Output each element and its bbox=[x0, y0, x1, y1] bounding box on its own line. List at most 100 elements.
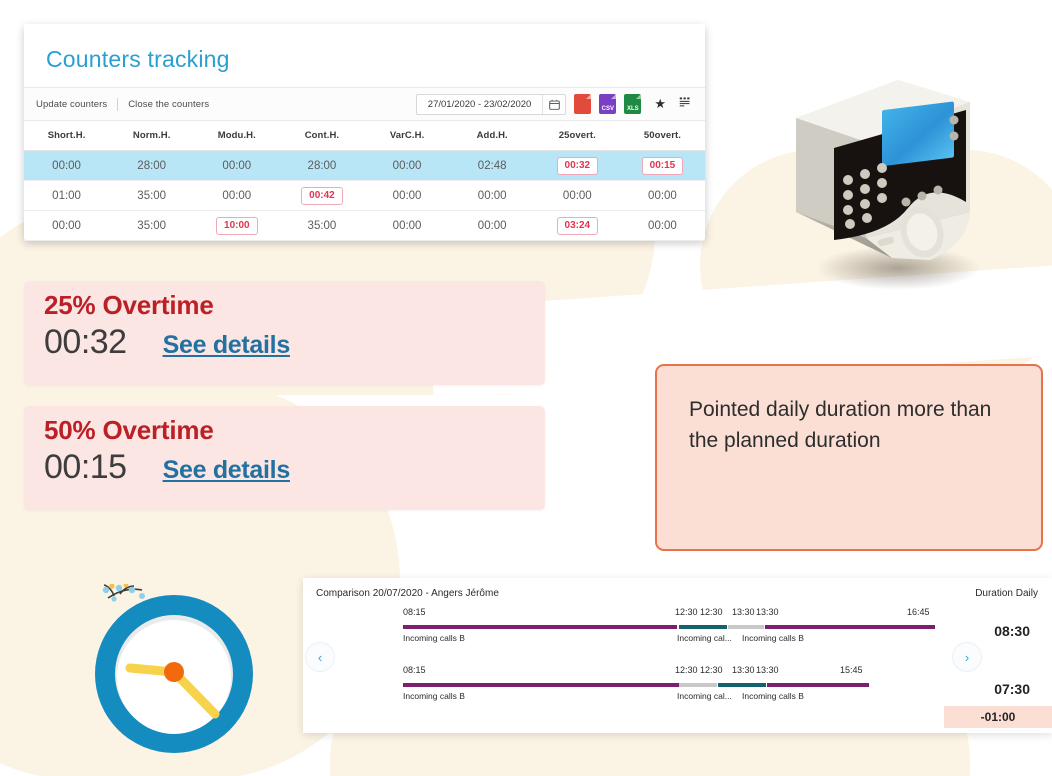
table-cell: 03:24 bbox=[534, 210, 620, 241]
timeline-segment-break[interactable] bbox=[679, 683, 717, 687]
table-cell: 00:00 bbox=[24, 210, 110, 241]
overtime-card-row: 00:32 See details bbox=[24, 321, 545, 362]
timeline-mid-label: 12:30 bbox=[700, 607, 723, 617]
comparison-header: Comparison 20/07/2020 - Angers Jérôme Du… bbox=[303, 578, 1052, 599]
comparison-title: Comparison 20/07/2020 - Angers Jérôme bbox=[316, 588, 499, 599]
column-header[interactable]: 25overt. bbox=[534, 121, 620, 151]
table-cell: 00:00 bbox=[619, 180, 705, 211]
timeline-mid-label: 13:30 bbox=[732, 607, 755, 617]
table-cell: 00:00 bbox=[364, 210, 450, 241]
timeline-end-label: 16:45 bbox=[907, 607, 930, 617]
alert-value-badge: 10:00 bbox=[216, 216, 258, 235]
table-cell: 00:00 bbox=[534, 180, 620, 211]
row-duration-value: 07:30 bbox=[994, 681, 1030, 697]
timeline-segment-work[interactable] bbox=[403, 625, 677, 629]
date-range-picker[interactable]: 27/01/2020 - 23/02/2020 bbox=[415, 93, 567, 115]
table-row[interactable]: 01:00 35:00 00:00 00:42 00:00 00:00 00:00 00:00 bbox=[24, 180, 705, 211]
table-cell: 28:00 bbox=[109, 150, 195, 181]
table-row[interactable]: 00:00 35:00 10:00 35:00 00:00 00:00 03:24 00:00 bbox=[24, 210, 705, 241]
update-counters-button[interactable]: Update counters bbox=[36, 99, 107, 110]
overtime-card-value: 00:15 bbox=[44, 448, 127, 486]
table-row[interactable]: 00:00 28:00 00:00 28:00 00:00 02:48 00:32 00:15 bbox=[24, 150, 705, 181]
timeline-segment-call[interactable] bbox=[718, 683, 766, 687]
time-clock-terminal-illustration bbox=[770, 62, 1010, 302]
timeline-start-label: 08:15 bbox=[403, 665, 426, 675]
column-header[interactable]: 50overt. bbox=[619, 121, 705, 151]
callout-text: Pointed daily duration more than the pla… bbox=[689, 398, 992, 453]
overtime-card-row: 00:15 See details bbox=[24, 446, 545, 487]
toolbar-divider bbox=[117, 97, 119, 111]
page-root: Counters tracking Update counters Close … bbox=[0, 0, 1052, 776]
timeline-mid-label: 13:30 bbox=[756, 607, 779, 617]
date-range-value: 27/01/2020 - 23/02/2020 bbox=[427, 98, 532, 110]
chevron-right-icon[interactable]: › bbox=[953, 643, 981, 671]
table-cell: 00:00 bbox=[24, 150, 110, 181]
table-header-row: Short.H. Norm.H. Modu.H. Cont.H. VarC.H.… bbox=[24, 121, 705, 151]
overtime-card-title: 25% Overtime bbox=[44, 290, 214, 320]
counters-table: Short.H. Norm.H. Modu.H. Cont.H. VarC.H.… bbox=[24, 121, 705, 241]
column-header[interactable]: Cont.H. bbox=[279, 121, 365, 151]
table-cell: 00:00 bbox=[194, 150, 280, 181]
table-cell: 00:00 bbox=[449, 180, 535, 211]
table-cell: 00:00 bbox=[619, 210, 705, 241]
timeline-sublabel: Incoming calls B bbox=[742, 633, 804, 643]
page-title: Counters tracking bbox=[46, 46, 230, 72]
chevron-left-icon[interactable]: ‹ bbox=[306, 643, 334, 671]
timeline-segment-work[interactable] bbox=[765, 625, 935, 629]
comparison-row[interactable]: 08:15 12:30 12:30 13:30 13:30 15:45 Inco… bbox=[303, 665, 1052, 707]
alert-value-badge: 00:32 bbox=[556, 156, 599, 175]
timeline-mid-label: 12:30 bbox=[700, 665, 723, 675]
column-header[interactable]: VarC.H. bbox=[364, 121, 450, 151]
table-cell: 28:00 bbox=[279, 150, 365, 181]
timeline-end-label: 15:45 bbox=[840, 665, 863, 675]
export-pdf-icon[interactable] bbox=[574, 94, 592, 114]
table-body: 00:00 28:00 00:00 28:00 00:00 02:48 00:32 00:15… bbox=[24, 150, 705, 241]
timeline-track[interactable]: 08:15 12:30 12:30 13:30 13:30 16:45 Inco… bbox=[403, 607, 943, 649]
overtime-card-25: 25% Overtime 00:32 See details bbox=[24, 281, 545, 385]
star-icon[interactable]: ★ bbox=[654, 96, 666, 112]
grid-icon[interactable] bbox=[679, 95, 691, 113]
calendar-icon[interactable] bbox=[542, 94, 565, 114]
see-details-link[interactable]: See details bbox=[163, 456, 291, 485]
timeline-segment-break[interactable] bbox=[728, 625, 764, 629]
clock-illustration bbox=[86, 582, 261, 759]
column-header[interactable]: Short.H. bbox=[24, 121, 110, 151]
alert-value-badge: 00:15 bbox=[641, 156, 684, 175]
export-xls-icon[interactable]: XLS bbox=[624, 94, 642, 114]
comparison-panel: Comparison 20/07/2020 - Angers Jérôme Du… bbox=[303, 578, 1052, 733]
table-cell: 00:42 bbox=[279, 180, 365, 211]
overtime-card-value: 00:32 bbox=[44, 323, 127, 361]
timeline-segment-work[interactable] bbox=[403, 683, 679, 687]
timeline-segment-work[interactable] bbox=[767, 683, 869, 687]
export-csv-icon[interactable]: CSV bbox=[599, 94, 617, 114]
table-cell: 00:00 bbox=[449, 210, 535, 241]
column-header[interactable]: Add.H. bbox=[449, 121, 535, 151]
table-cell: 00:32 bbox=[534, 150, 620, 181]
table-cell: 00:15 bbox=[619, 150, 705, 181]
timeline-mid-label: 12:30 bbox=[675, 607, 698, 617]
see-details-link[interactable]: See details bbox=[163, 331, 291, 360]
counters-toolbar: Update counters Close the counters 27/01… bbox=[24, 87, 705, 121]
table-cell: 35:00 bbox=[279, 210, 365, 241]
timeline-segment-call[interactable] bbox=[679, 625, 727, 629]
overtime-card-50: 50% Overtime 00:15 See details bbox=[24, 406, 545, 510]
overtime-card-title: 50% Overtime bbox=[44, 415, 214, 445]
close-counters-button[interactable]: Close the counters bbox=[128, 99, 209, 110]
timeline-mid-label: 13:30 bbox=[756, 665, 779, 675]
timeline-sublabel: Incoming cal... bbox=[677, 633, 732, 643]
column-header[interactable]: Norm.H. bbox=[109, 121, 195, 151]
column-header[interactable]: Modu.H. bbox=[194, 121, 280, 151]
counters-tracking-panel: Counters tracking Update counters Close … bbox=[24, 24, 705, 241]
comparison-row[interactable]: 08:15 12:30 12:30 13:30 13:30 16:45 Inco… bbox=[303, 607, 1052, 649]
timeline-track[interactable]: 08:15 12:30 12:30 13:30 13:30 15:45 Inco… bbox=[403, 665, 943, 707]
timeline-start-label: 08:15 bbox=[403, 607, 426, 617]
timeline-sublabel: Incoming calls B bbox=[403, 691, 465, 701]
duration-column-label: Duration Daily bbox=[975, 588, 1038, 599]
table-cell: 10:00 bbox=[194, 210, 280, 241]
alert-value-badge: 03:24 bbox=[556, 216, 599, 235]
table-cell: 01:00 bbox=[24, 180, 110, 211]
timeline-sublabel: Incoming cal... bbox=[677, 691, 732, 701]
table-cell: 35:00 bbox=[109, 180, 195, 211]
timeline-mid-label: 12:30 bbox=[675, 665, 698, 675]
table-cell: 35:00 bbox=[109, 210, 195, 241]
